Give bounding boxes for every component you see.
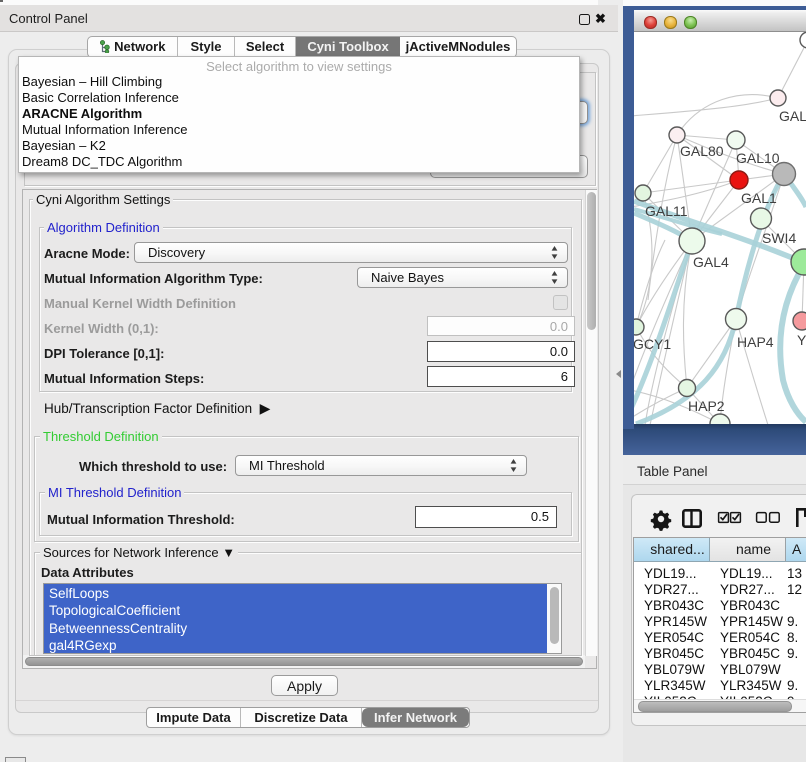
- svg-text:HAP2: HAP2: [688, 398, 725, 414]
- svg-text:GAL10: GAL10: [736, 150, 780, 166]
- svg-text:GAL11: GAL11: [645, 203, 688, 219]
- svg-text:GAL80: GAL80: [680, 143, 724, 159]
- svg-text:Y: Y: [797, 332, 806, 348]
- svg-text:GAL4: GAL4: [693, 254, 729, 270]
- svg-text:GAL1: GAL1: [741, 190, 777, 206]
- svg-text:GAL2: GAL2: [779, 108, 806, 124]
- svg-text:SWI4: SWI4: [762, 230, 796, 246]
- svg-text:GCY1: GCY1: [634, 336, 671, 352]
- svg-text:HAP4: HAP4: [737, 334, 774, 350]
